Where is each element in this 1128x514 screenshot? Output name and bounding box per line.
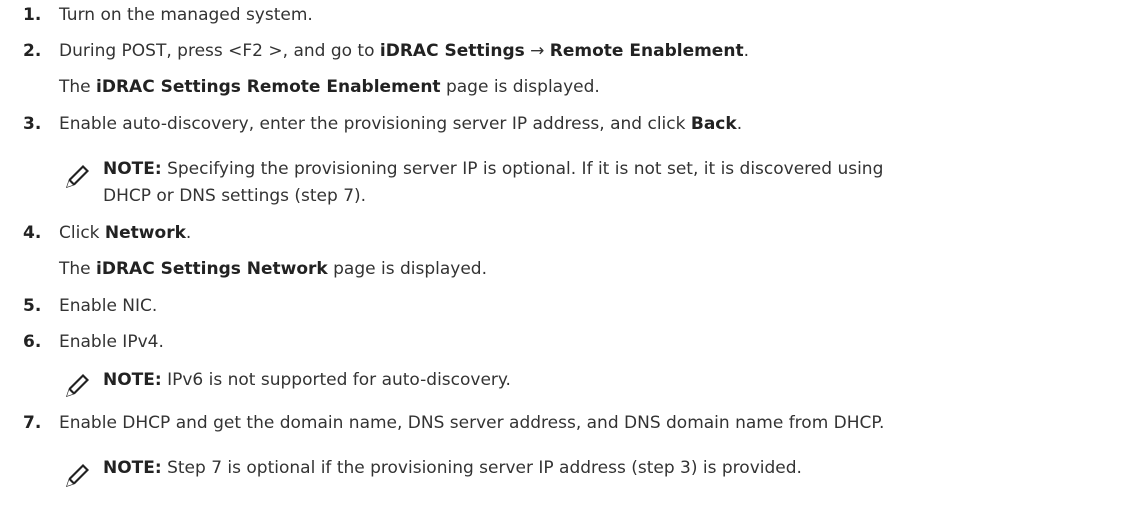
note-1-continuation: DHCP or DNS settings (step 7). <box>103 186 367 206</box>
pencil-note-icon <box>66 165 89 188</box>
text-run: . <box>185 223 192 243</box>
note-2: NOTE: IPv6 is not supported for auto-dis… <box>103 370 511 390</box>
note-label: NOTE: <box>103 458 162 478</box>
pencil-note-icon <box>66 464 89 487</box>
step-number: 6. <box>23 332 42 352</box>
back-button-label: Back <box>690 114 737 134</box>
note-1: NOTE: Specifying the provisioning server… <box>103 159 883 179</box>
step-text: Click Network. <box>59 223 191 243</box>
text-run: Click <box>59 223 105 243</box>
note-label: NOTE: <box>103 159 162 179</box>
text-run: During POST, press <F2 >, and go to <box>59 41 380 61</box>
page-name: iDRAC Settings Network <box>96 259 328 279</box>
text-run: page is displayed. <box>440 77 600 97</box>
note-text: Specifying the provisioning server IP is… <box>161 159 884 179</box>
note-3: NOTE: Step 7 is optional if the provisio… <box>103 458 802 478</box>
note-text: Step 7 is optional if the provisioning s… <box>161 458 802 478</box>
step-number: 4. <box>23 223 42 243</box>
step-text: Enable DHCP and get the domain name, DNS… <box>59 413 885 433</box>
text-run: page is displayed. <box>327 259 488 279</box>
arrow-icon: → <box>524 41 550 61</box>
network-option-label: Network <box>104 223 186 243</box>
menu-path-settings: iDRAC Settings <box>379 41 525 61</box>
note-label: NOTE: <box>103 370 162 390</box>
text-run: . <box>743 41 749 61</box>
step-text: Enable IPv4. <box>59 332 164 352</box>
step-number: 3. <box>23 114 42 134</box>
step-number: 7. <box>23 413 42 433</box>
menu-path-remote-enablement: Remote Enablement <box>549 41 744 61</box>
text-run: The <box>59 259 97 279</box>
procedure-steps: 1. Turn on the managed system. 2. During… <box>0 0 1128 514</box>
step-number: 5. <box>23 296 42 316</box>
step-number: 1. <box>23 5 42 25</box>
text-run: Enable auto-discovery, enter the provisi… <box>59 114 691 134</box>
page-name: iDRAC Settings Remote Enablement <box>96 77 441 97</box>
step-text: Enable auto-discovery, enter the provisi… <box>59 114 742 134</box>
step-text: During POST, press <F2 >, and go to iDRA… <box>59 41 749 61</box>
text-run: . <box>736 114 743 134</box>
text-run: The <box>59 77 97 97</box>
result-text: The iDRAC Settings Remote Enablement pag… <box>59 77 600 97</box>
step-number: 2. <box>23 41 42 61</box>
result-text: The iDRAC Settings Network page is displ… <box>59 259 487 279</box>
note-text: IPv6 is not supported for auto-discovery… <box>161 370 511 390</box>
step-text: Enable NIC. <box>59 296 158 316</box>
step-text: Turn on the managed system. <box>59 5 313 25</box>
pencil-note-icon <box>66 374 89 397</box>
